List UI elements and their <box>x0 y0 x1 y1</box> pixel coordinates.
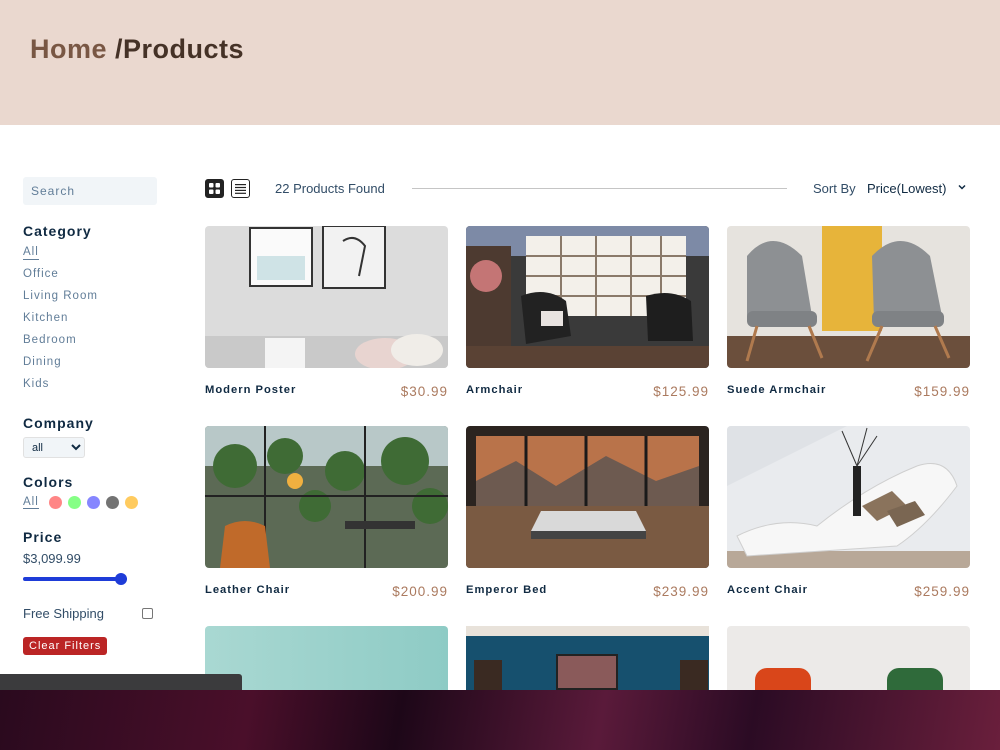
product-info: Accent Chair $259.99 <box>727 584 970 599</box>
product-price: $125.99 <box>653 384 709 399</box>
category-item[interactable]: Office <box>23 267 163 289</box>
grid-view-button[interactable] <box>205 179 224 198</box>
product-price: $239.99 <box>653 584 709 599</box>
category-heading: Category <box>23 223 92 239</box>
product-info: Emperor Bed $239.99 <box>466 584 709 599</box>
category-item[interactable]: Kids <box>23 377 163 399</box>
company-filter: Company all <box>23 415 163 458</box>
page-hero: Home /Products <box>0 0 1000 125</box>
product-card[interactable]: Leather Chair $200.99 <box>205 426 448 599</box>
colors-heading: Colors <box>23 474 74 490</box>
product-price: $259.99 <box>914 584 970 599</box>
category-label: Bedroom <box>23 334 77 346</box>
product-info: Armchair $125.99 <box>466 384 709 399</box>
color-swatch[interactable] <box>48 496 62 509</box>
breadcrumb-separator: / <box>107 34 124 64</box>
colors-filter: Colors All <box>23 474 163 509</box>
product-card-partial[interactable] <box>727 626 970 690</box>
product-image[interactable] <box>727 426 970 568</box>
product-image[interactable] <box>466 426 709 568</box>
breadcrumb-home-link[interactable]: Home <box>30 34 107 64</box>
color-swatch[interactable] <box>105 496 119 509</box>
free-shipping-checkbox[interactable] <box>142 608 153 619</box>
product-image[interactable] <box>205 226 448 368</box>
grid-icon <box>209 183 220 194</box>
product-name: Suede Armchair <box>727 384 827 396</box>
product-info: Suede Armchair $159.99 <box>727 384 970 399</box>
product-card-partial[interactable] <box>466 626 709 690</box>
color-swatch[interactable] <box>86 496 100 509</box>
product-info: Modern Poster $30.99 <box>205 384 448 399</box>
price-slider-thumb[interactable] <box>114 573 127 585</box>
colors-row: All <box>23 496 163 509</box>
list-view-button[interactable] <box>231 179 250 198</box>
product-name: Armchair <box>466 384 524 396</box>
product-name: Leather Chair <box>205 584 291 596</box>
toolbar-divider <box>412 188 787 189</box>
sort-label: Sort By <box>813 181 856 196</box>
product-card[interactable]: Suede Armchair $159.99 <box>727 226 970 399</box>
clear-filters-button[interactable]: Clear Filters <box>23 637 108 655</box>
search-input[interactable] <box>23 177 157 205</box>
company-select[interactable]: all <box>23 437 85 458</box>
category-label: Kitchen <box>23 312 69 324</box>
price-slider-track <box>23 577 127 581</box>
product-name: Accent Chair <box>727 584 809 596</box>
products-toolbar: 22 Products Found Sort By Price(Lowest) <box>205 178 970 200</box>
color-swatch[interactable] <box>67 496 81 509</box>
price-filter: Price $3,099.99 <box>23 529 163 586</box>
category-label: Living Room <box>23 290 98 302</box>
breadcrumb: Home /Products <box>30 34 244 65</box>
product-price: $30.99 <box>400 384 448 399</box>
chevron-down-icon[interactable] <box>957 182 967 192</box>
price-value: $3,099.99 <box>23 551 81 566</box>
free-shipping-filter: Free Shipping <box>23 606 153 621</box>
product-card[interactable]: Emperor Bed $239.99 <box>466 426 709 599</box>
product-card[interactable]: Modern Poster $30.99 <box>205 226 448 399</box>
free-shipping-label: Free Shipping <box>23 606 104 621</box>
category-item[interactable]: Living Room <box>23 289 163 311</box>
product-image[interactable] <box>205 426 448 568</box>
price-slider[interactable] <box>23 572 127 586</box>
product-price: $200.99 <box>392 584 448 599</box>
category-label: All <box>23 246 39 260</box>
category-item[interactable]: Dining <box>23 355 163 377</box>
desktop-background <box>0 690 1000 750</box>
product-name: Emperor Bed <box>466 584 548 596</box>
price-heading: Price <box>23 529 63 545</box>
category-filter: Category All Office Living Room Kitchen Bedr… <box>23 223 163 399</box>
product-info: Leather Chair $200.99 <box>205 584 448 599</box>
product-image[interactable] <box>466 226 709 368</box>
product-price: $159.99 <box>914 384 970 399</box>
products-count: 22 Products Found <box>275 181 385 196</box>
color-swatch[interactable] <box>124 496 138 509</box>
product-name: Modern Poster <box>205 384 297 396</box>
product-image[interactable] <box>727 626 970 690</box>
category-item[interactable]: Bedroom <box>23 333 163 355</box>
filters-sidebar: Category All Office Living Room Kitchen Bedr… <box>23 177 163 655</box>
product-image[interactable] <box>466 626 709 690</box>
category-item[interactable]: All <box>23 245 163 267</box>
category-label: Kids <box>23 378 50 390</box>
product-card[interactable]: Armchair $125.99 <box>466 226 709 399</box>
category-label: Office <box>23 268 59 280</box>
color-all-button[interactable]: All <box>23 496 39 509</box>
category-list: All Office Living Room Kitchen Bedroom Dining… <box>23 245 163 399</box>
product-card[interactable]: Accent Chair $259.99 <box>727 426 970 599</box>
list-icon <box>235 183 246 194</box>
product-image[interactable] <box>727 226 970 368</box>
category-item[interactable]: Kitchen <box>23 311 163 333</box>
breadcrumb-current: Products <box>123 34 245 64</box>
category-label: Dining <box>23 356 62 368</box>
company-heading: Company <box>23 415 94 431</box>
sort-select[interactable]: Price(Lowest) <box>867 181 946 196</box>
